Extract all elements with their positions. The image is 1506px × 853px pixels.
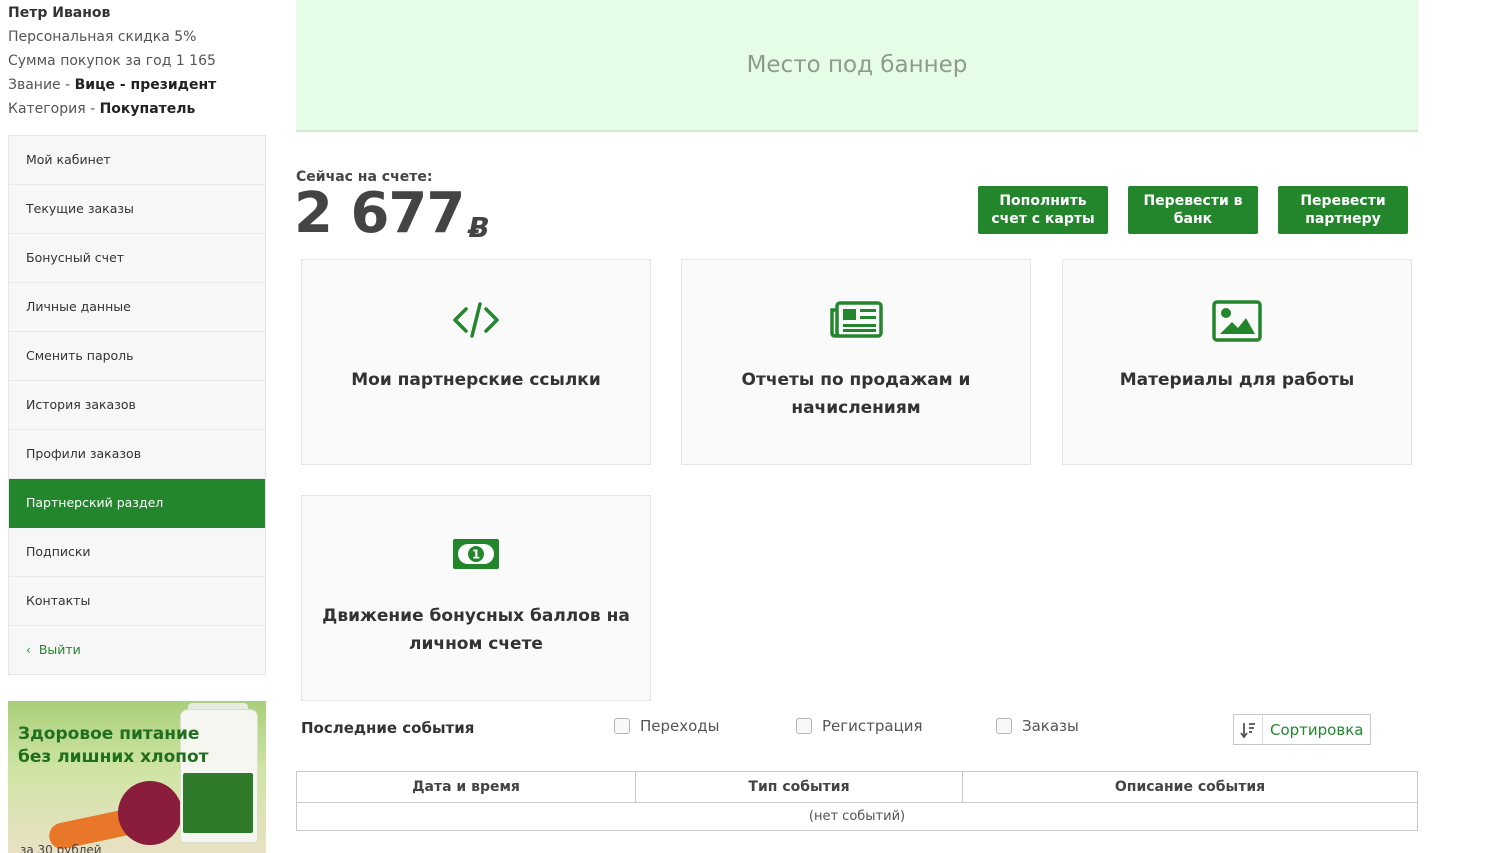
filter-registration-checkbox[interactable]: [796, 718, 812, 734]
money-bill-icon: 1: [302, 536, 650, 572]
sidebar-item-my-cabinet[interactable]: Мой кабинет: [9, 136, 265, 185]
user-rank-value: Вице - президент: [74, 77, 217, 93]
topup-button[interactable]: Пополнить счет с карты: [978, 186, 1108, 234]
user-purchases: Сумма покупок за год 1 165: [8, 53, 216, 69]
user-category: Категория - Покупатель: [8, 97, 268, 121]
filter-orders-label: Заказы: [1022, 717, 1079, 735]
image-icon: [1063, 300, 1411, 342]
chevron-left-icon: ‹: [26, 643, 31, 657]
user-category-label: Категория -: [8, 101, 100, 117]
transfer-partner-label-1: Перевести: [1300, 193, 1386, 209]
currency-icon: Ƀ: [468, 211, 490, 244]
transfer-bank-label-1: Перевести в: [1143, 193, 1243, 209]
sort-icon: [1234, 715, 1263, 744]
user-category-value: Покупатель: [99, 101, 196, 117]
sidebar-item-contacts[interactable]: Контакты: [9, 577, 265, 626]
filter-orders[interactable]: Заказы: [996, 717, 1079, 735]
events-title: Последние события: [301, 719, 475, 737]
filter-registration[interactable]: Регистрация: [796, 717, 923, 735]
promo-line-2: без лишних хлопот: [18, 747, 209, 767]
tile-sales-reports-line-1: Отчеты по продажам и: [741, 370, 971, 390]
beet-image: [118, 781, 182, 845]
sidebar-item-personal-data[interactable]: Личные данные: [9, 283, 265, 332]
events-table: Дата и время Тип события Описание событи…: [296, 771, 1418, 831]
promo-subtitle: за 30 рублей: [20, 843, 102, 853]
tile-partner-links-title: Мои партнерские ссылки: [351, 370, 601, 390]
tile-sales-reports-line-2: начислениям: [791, 398, 921, 418]
sidebar-item-partner-section[interactable]: Партнерский раздел: [9, 479, 265, 528]
svg-text:1: 1: [472, 548, 480, 562]
topup-label-2: счет с карты: [991, 211, 1095, 227]
transfer-partner-label-2: партнеру: [1305, 211, 1381, 227]
balance-amount: 2 677: [294, 181, 465, 246]
topup-label-1: Пополнить: [999, 193, 1087, 209]
filter-registration-label: Регистрация: [822, 717, 923, 735]
empty-events-message: (нет событий): [296, 802, 1418, 831]
transfer-partner-button[interactable]: Перевести партнеру: [1278, 186, 1408, 234]
tile-bonus-movement-title: Движение бонусных баллов на личном счете: [322, 602, 630, 658]
sort-button[interactable]: Сортировка: [1233, 714, 1371, 745]
user-discount: Персональная скидка 5%: [8, 29, 197, 45]
newspaper-icon: [682, 300, 1030, 340]
filter-orders-checkbox[interactable]: [996, 718, 1012, 734]
user-info: Петр Иванов Персональная скидка 5% Сумма…: [8, 1, 268, 121]
user-rank-label: Звание -: [8, 77, 75, 93]
balance: 2 677 Ƀ: [294, 180, 490, 248]
logout-link[interactable]: ‹ Выйти: [9, 626, 265, 674]
banner-placeholder: Место под баннер: [296, 0, 1418, 132]
column-header-type: Тип события: [635, 771, 963, 803]
filter-transitions[interactable]: Переходы: [614, 717, 720, 735]
sidebar-item-order-history[interactable]: История заказов: [9, 381, 265, 430]
sidebar-item-change-password[interactable]: Сменить пароль: [9, 332, 265, 381]
promo-line-1: Здоровое питание: [18, 724, 200, 744]
tile-bonus-movement-line-1: Движение бонусных баллов на: [322, 606, 630, 626]
tile-partner-links[interactable]: Мои партнерские ссылки: [301, 259, 651, 465]
tile-bonus-movement-line-2: личном счете: [409, 634, 543, 654]
code-icon: [302, 300, 650, 340]
transfer-bank-label-2: банк: [1173, 211, 1213, 227]
tile-bonus-movement[interactable]: 1 Движение бонусных баллов на личном сче…: [301, 495, 651, 701]
tile-sales-reports[interactable]: Отчеты по продажам и начислениям: [681, 259, 1031, 465]
promo-banner[interactable]: Здоровое питание без лишних хлопот за 30…: [8, 701, 266, 853]
tile-sales-reports-title: Отчеты по продажам и начислениям: [702, 366, 1010, 422]
column-header-description: Описание события: [962, 771, 1418, 803]
sidebar-item-order-profiles[interactable]: Профили заказов: [9, 430, 265, 479]
sort-label: Сортировка: [1270, 720, 1364, 739]
table-row: (нет событий): [296, 802, 1418, 831]
product-label-image: [183, 773, 253, 833]
column-header-datetime: Дата и время: [296, 771, 636, 803]
transfer-bank-button[interactable]: Перевести в банк: [1128, 186, 1258, 234]
logout-label: Выйти: [38, 642, 81, 657]
table-header-row: Дата и время Тип события Описание событи…: [296, 771, 1418, 803]
promo-title: Здоровое питание без лишних хлопот: [18, 723, 209, 769]
user-rank: Звание - Вице - президент: [8, 73, 268, 97]
user-name: Петр Иванов: [8, 5, 111, 21]
sidebar-item-bonus-account[interactable]: Бонусный счет: [9, 234, 265, 283]
sidebar-item-current-orders[interactable]: Текущие заказы: [9, 185, 265, 234]
filter-transitions-label: Переходы: [640, 717, 720, 735]
tile-work-materials[interactable]: Материалы для работы: [1062, 259, 1412, 465]
tile-work-materials-title: Материалы для работы: [1119, 370, 1355, 390]
filter-transitions-checkbox[interactable]: [614, 718, 630, 734]
sidebar-item-subscriptions[interactable]: Подписки: [9, 528, 265, 577]
sidebar-menu: Мой кабинет Текущие заказы Бонусный счет…: [8, 135, 266, 675]
